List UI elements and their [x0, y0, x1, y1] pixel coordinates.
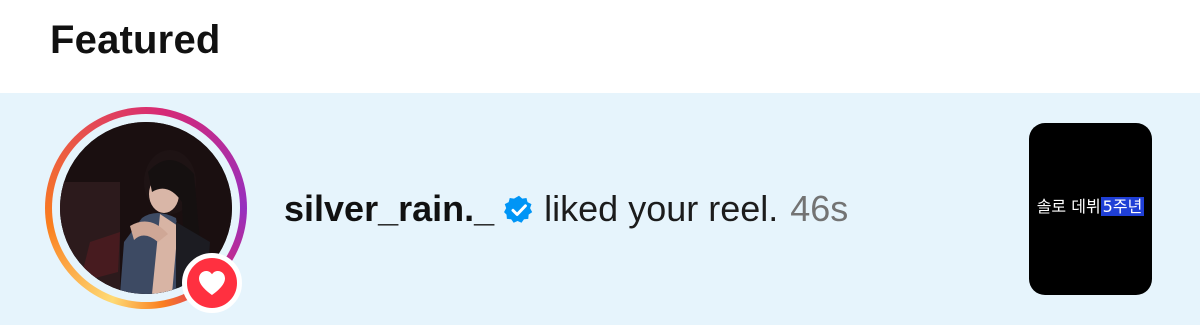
username-link[interactable]: silver_rain._: [284, 187, 494, 231]
verified-badge-icon: [504, 195, 533, 223]
timestamp: 46s: [790, 188, 849, 229]
notifications-page: Featured silver_rain._ liked your reel. …: [0, 0, 1200, 331]
divider: [0, 325, 1200, 331]
heart-badge: [182, 253, 242, 313]
notification-row[interactable]: silver_rain._ liked your reel. 46s 솔로 데뷔…: [0, 93, 1200, 325]
reel-thumbnail[interactable]: 솔로 데뷔 5주년: [1029, 123, 1152, 295]
section-title: Featured: [50, 18, 221, 62]
notification-text: silver_rain._ liked your reel. 46s: [284, 187, 848, 231]
thumbnail-caption-text: 솔로 데뷔: [1036, 197, 1101, 216]
heart-icon: [199, 271, 225, 295]
action-text: liked your reel.: [544, 188, 779, 229]
thumbnail-caption: 솔로 데뷔 5주년: [1029, 193, 1152, 217]
avatar-with-story-ring[interactable]: [45, 107, 247, 313]
thumbnail-caption-highlight: 5주년: [1100, 197, 1145, 216]
